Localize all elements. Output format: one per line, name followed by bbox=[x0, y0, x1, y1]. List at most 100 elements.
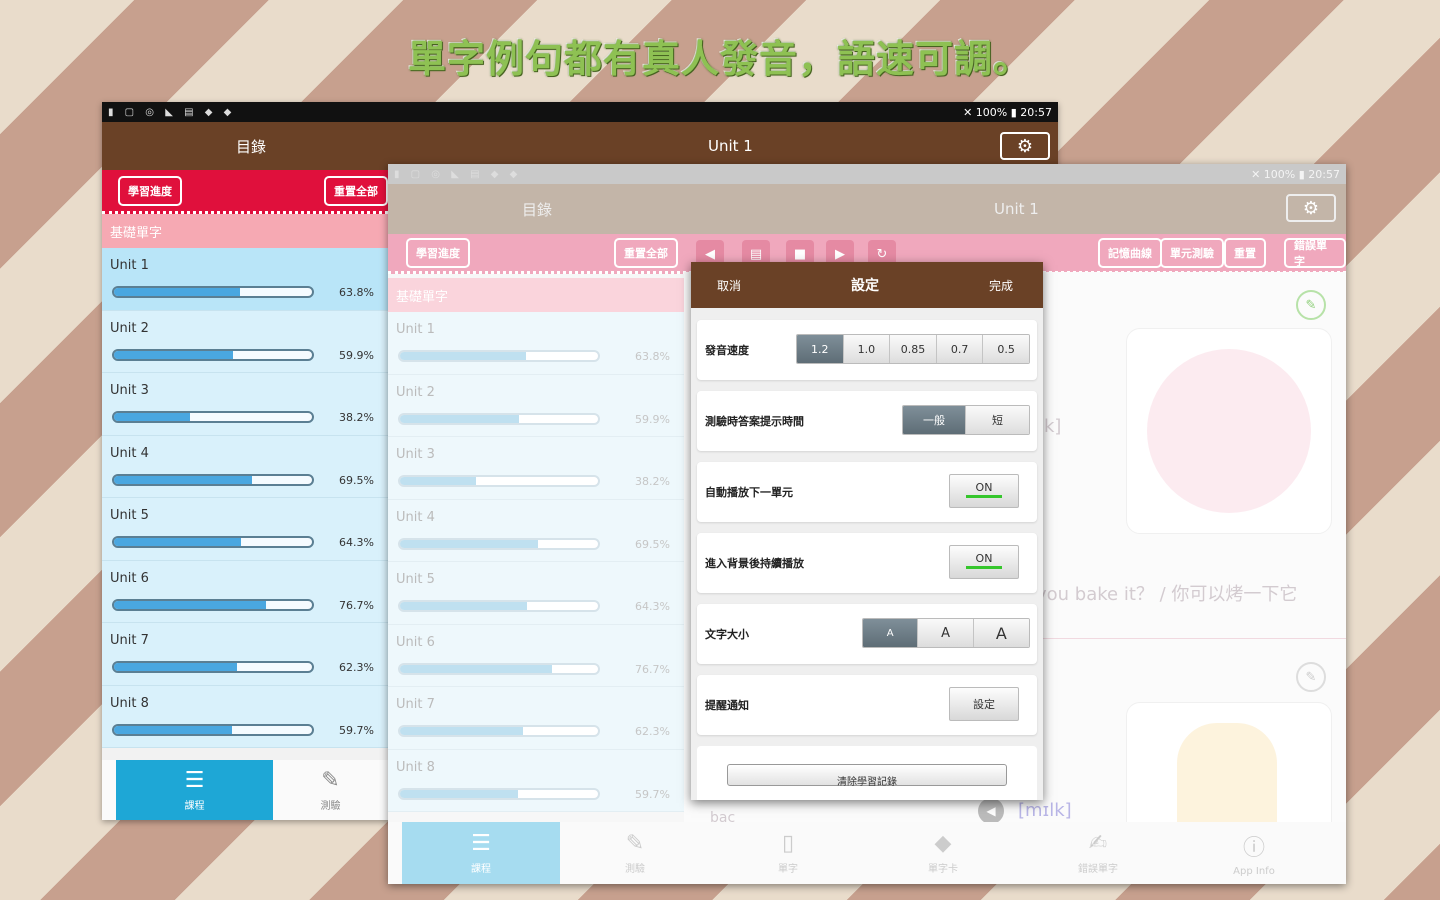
unit-row[interactable]: Unit 1 63.8% bbox=[388, 312, 684, 375]
progress-fill bbox=[400, 477, 476, 485]
unit-row[interactable]: Unit 8 59.7% bbox=[102, 685, 388, 748]
progress-button[interactable]: 學習進度 bbox=[118, 176, 182, 206]
progress-fill bbox=[400, 602, 528, 610]
reminder-settings-button[interactable]: 設定 bbox=[949, 687, 1019, 721]
unit-row[interactable]: Unit 3 38.2% bbox=[102, 373, 388, 436]
quiz-option-normal[interactable]: 一般 bbox=[903, 406, 967, 434]
nav-courses[interactable]: ☰ 課程 bbox=[116, 760, 273, 820]
unit-name: Unit 5 bbox=[110, 508, 149, 523]
notification-icons: ▮ ▢ ◎ ◣ ▤ ◆ ◆ bbox=[394, 168, 522, 180]
unit-row[interactable]: Unit 7 62.3% bbox=[102, 623, 388, 686]
nav-label: 單字卡 bbox=[928, 864, 958, 875]
unit-progress-bar bbox=[112, 598, 314, 611]
battery-icon: ▮ bbox=[1298, 167, 1309, 181]
unit-name: Unit 7 bbox=[110, 633, 149, 648]
unit-percent: 59.9% bbox=[339, 348, 374, 362]
autoplay-row: 自動播放下一單元 ON bbox=[697, 462, 1037, 522]
speed-option[interactable]: 1.0 bbox=[843, 335, 891, 363]
bottom-nav: ☰ 課程 ✎ 測驗 bbox=[102, 760, 388, 820]
nav-words[interactable]: ▯ 單字 bbox=[710, 822, 866, 884]
quiz-option-short[interactable]: 短 bbox=[966, 406, 1029, 434]
unit-name: Unit 1 bbox=[110, 258, 149, 273]
unit-row[interactable]: Unit 6 76.7% bbox=[102, 560, 388, 623]
unit-row[interactable]: Unit 4 69.5% bbox=[102, 435, 388, 498]
unit-progress-bar bbox=[112, 286, 314, 298]
unit-name: Unit 8 bbox=[110, 695, 149, 711]
settings-button[interactable]: ⚙ bbox=[1000, 132, 1050, 160]
unit-row[interactable]: Unit 2 59.9% bbox=[102, 310, 388, 373]
unit-row[interactable]: Unit 4 69.5% bbox=[388, 499, 684, 562]
unit-row[interactable]: Unit 1 63.8% bbox=[102, 248, 388, 311]
nav-quiz[interactable]: ✎ 測驗 bbox=[560, 822, 710, 884]
nav-wrong-words[interactable]: ✍ 錯誤單字 bbox=[1020, 822, 1176, 884]
unit-progress-bar bbox=[398, 475, 600, 487]
bottom-nav: ☰ 課程 ✎ 測驗 ▯ 單字 ◆ 單字卡 ✍ 錯誤單字 ⓘ App Info bbox=[388, 822, 1346, 884]
battery-text: 100% bbox=[975, 105, 1008, 119]
unit-row[interactable]: Unit 5 64.3% bbox=[102, 498, 388, 561]
unit-percent: 64.3% bbox=[339, 536, 374, 549]
tag-icon[interactable]: ✎ bbox=[1296, 290, 1326, 320]
wrong-words-button[interactable]: 錯誤單字 bbox=[1284, 238, 1346, 268]
speed-option[interactable]: 0.7 bbox=[936, 335, 984, 363]
speed-option[interactable]: 0.5 bbox=[983, 335, 1029, 363]
reset-all-button[interactable]: 重置全部 bbox=[614, 238, 678, 268]
done-button[interactable]: 完成 bbox=[989, 277, 1013, 294]
tag-icon: ◆ bbox=[934, 831, 952, 856]
memory-curve-button[interactable]: 記憶曲線 bbox=[1098, 238, 1162, 268]
nav-app-info[interactable]: ⓘ App Info bbox=[1176, 822, 1332, 884]
promo-headline: 單字例句都有真人發音，語速可調。 bbox=[407, 37, 1032, 81]
unit-name: Unit 3 bbox=[110, 383, 149, 398]
settings-button[interactable]: ⚙ bbox=[1286, 194, 1336, 222]
info-icon: ⓘ bbox=[1242, 835, 1265, 861]
nav-label: 課程 bbox=[184, 801, 205, 812]
speed-option[interactable]: 0.85 bbox=[890, 335, 937, 363]
font-small-option[interactable]: A bbox=[863, 619, 919, 647]
progress-fill bbox=[114, 600, 266, 609]
progress-fill bbox=[114, 475, 252, 484]
unit-progress-bar bbox=[112, 473, 314, 486]
unit-percent: 59.9% bbox=[635, 412, 670, 426]
unit-name: Unit 1 bbox=[396, 322, 435, 337]
unit-row[interactable]: Unit 5 64.3% bbox=[388, 562, 684, 625]
list-icon: ☰ bbox=[184, 768, 205, 793]
unit-name: Unit 6 bbox=[110, 570, 149, 586]
unit-row[interactable]: Unit 3 38.2% bbox=[388, 437, 684, 500]
font-medium-option[interactable]: A bbox=[918, 619, 974, 647]
unit-row[interactable]: Unit 8 59.7% bbox=[388, 749, 684, 812]
unit-name: Unit 6 bbox=[396, 634, 435, 650]
reset-button[interactable]: 重置 bbox=[1224, 238, 1266, 268]
nav-flashcards[interactable]: ◆ 單字卡 bbox=[866, 822, 1020, 884]
unit-title: Unit 1 bbox=[994, 200, 1039, 218]
cancel-button[interactable]: 取消 bbox=[717, 277, 741, 294]
ribbon-bar: 學習進度 重置全部 bbox=[102, 170, 388, 214]
status-bar: ▮ ▢ ◎ ◣ ▤ ◆ ◆ ✕ 100% ▮ 20:57 bbox=[388, 164, 1346, 184]
unit-row[interactable]: Unit 7 62.3% bbox=[388, 687, 684, 750]
clear-records-button[interactable]: 清除學習記錄 bbox=[727, 764, 1007, 788]
font-large-option[interactable]: A bbox=[973, 619, 1029, 647]
status-right: ✕ 100% ▮ 20:57 bbox=[1251, 168, 1340, 181]
unit-progress-bar bbox=[112, 348, 314, 361]
progress-button[interactable]: 學習進度 bbox=[406, 238, 470, 268]
speed-option[interactable]: 1.2 bbox=[797, 335, 844, 363]
autoplay-toggle[interactable]: ON bbox=[949, 474, 1019, 508]
background-play-toggle[interactable]: ON bbox=[949, 545, 1019, 579]
unit-quiz-button[interactable]: 單元測驗 bbox=[1160, 238, 1224, 268]
unit-title: Unit 1 bbox=[708, 137, 753, 155]
reset-all-button[interactable]: 重置全部 bbox=[324, 176, 388, 206]
unit-name: Unit 2 bbox=[110, 320, 149, 336]
unit-percent: 62.3% bbox=[339, 661, 374, 674]
app-bar: 目錄 Unit 1 ⚙ bbox=[102, 122, 1058, 170]
speaker-icon[interactable]: ◀ bbox=[978, 798, 1004, 824]
reminder-row: 提醒通知 設定 bbox=[697, 675, 1037, 735]
tag-icon[interactable]: ✎ bbox=[1296, 662, 1326, 692]
toggle-text: ON bbox=[975, 481, 993, 494]
unit-row[interactable]: Unit 6 76.7% bbox=[388, 624, 684, 687]
divider bbox=[1020, 638, 1346, 639]
unit-row[interactable]: Unit 2 59.9% bbox=[388, 374, 684, 437]
progress-fill bbox=[400, 727, 524, 735]
nav-label: App Info bbox=[1233, 865, 1275, 877]
progress-fill bbox=[114, 288, 241, 296]
nav-quiz[interactable]: ✎ 測驗 bbox=[273, 760, 388, 820]
clock-text: 20:57 bbox=[1020, 105, 1052, 119]
nav-courses[interactable]: ☰ 課程 bbox=[402, 822, 560, 884]
